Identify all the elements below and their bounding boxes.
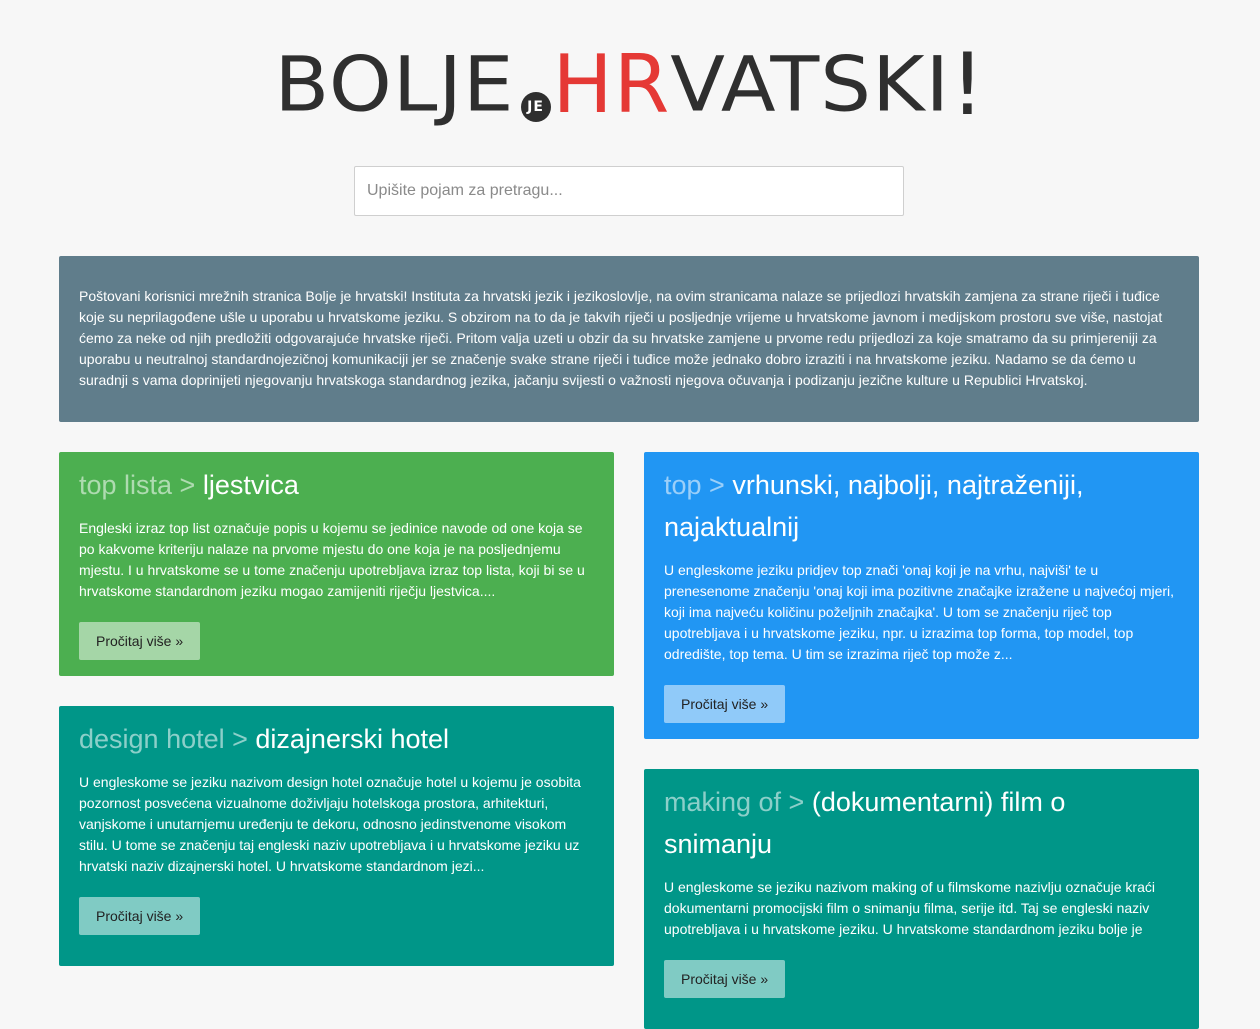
search-input[interactable] [354,166,904,216]
card-excerpt: U engleskome jeziku pridjev top znači 'o… [664,562,1175,662]
read-more-button[interactable]: Pročitaj više » [79,897,201,935]
card-excerpt: U engleskome se jeziku nazivom making of… [664,879,1155,937]
intro-text: Poštovani korisnici mrežnih stranica Bol… [79,288,1163,388]
card-foreign-term: top lista > [79,470,196,500]
read-more-button[interactable]: Pročitaj više » [79,622,201,660]
read-more-button[interactable]: Pročitaj više » [664,685,786,723]
logo-je-badge: JE [520,92,551,122]
read-more-button[interactable]: Pročitaj više » [664,960,786,998]
card-croatian-term: dizajnerski hotel [255,724,450,754]
card-croatian-term: vrhunski, najbolji, najtraženiji, najakt… [664,470,1084,542]
card-excerpt: Engleski izraz top list označuje popis u… [79,520,585,599]
word-card: making of > (dokumentarni) film o sniman… [644,769,1199,1029]
card-title[interactable]: top > vrhunski, najbolji, najtraženiji, … [664,464,1179,548]
card-croatian-term: ljestvica [202,470,299,500]
card-foreign-term: design hotel > [79,724,248,754]
logo-hr: HR [552,38,671,131]
word-card: top lista > ljestvica Engleski izraz top… [59,452,614,676]
logo-vatski: VATSKI [670,40,951,129]
card-title[interactable]: design hotel > dizajnerski hotel [79,718,594,760]
card-title[interactable]: making of > (dokumentarni) film o sniman… [664,781,1179,865]
card-excerpt: U engleskome se jeziku nazivom design ho… [79,774,581,874]
site-logo[interactable]: BOLJE JE HR VATSKI ! [0,35,1260,135]
logo-bolje: BOLJE [274,40,515,129]
card-title[interactable]: top lista > ljestvica [79,464,594,506]
word-card: design hotel > dizajnerski hotel U engle… [59,706,614,966]
intro-box: Poštovani korisnici mrežnih stranica Bol… [59,256,1199,422]
card-foreign-term: making of > [664,787,805,817]
logo-exclamation: ! [950,35,986,135]
card-foreign-term: top > [664,470,725,500]
word-card: top > vrhunski, najbolji, najtraženiji, … [644,452,1199,739]
